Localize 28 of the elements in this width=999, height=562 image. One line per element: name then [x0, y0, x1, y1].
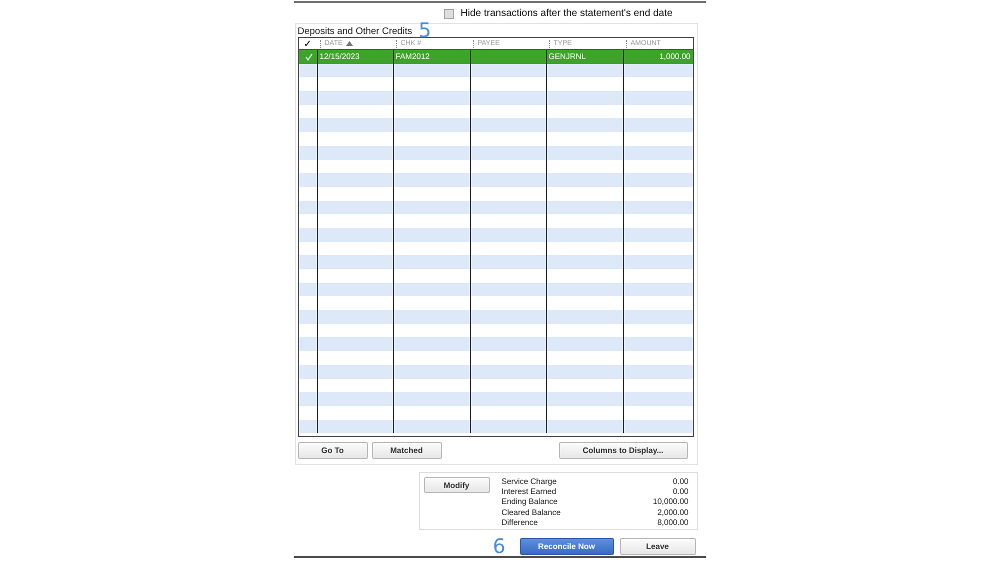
checkbox[interactable] [444, 8, 454, 18]
summary-label: Ending Balance [502, 497, 558, 508]
summary-label: Interest Earned [502, 487, 556, 498]
summary-value: 8,000.00 [657, 518, 688, 528]
step-number: 5 [418, 20, 432, 40]
go-to-button[interactable]: Go To [298, 442, 368, 459]
summary-value: 10,000.00 [652, 497, 688, 508]
summary-value: 0.00 [672, 477, 688, 488]
modify-button[interactable]: Modify [424, 477, 490, 493]
checkbox-label: Hide transactions after the statement's end date [460, 8, 673, 19]
column-header[interactable]: ✓ [300, 38, 312, 50]
sort-arrow-icon [346, 41, 353, 46]
summary-value: 2,000.00 [657, 508, 688, 518]
leave-button[interactable]: Leave [620, 538, 696, 554]
summary-value: 0.00 [672, 487, 688, 498]
summary-label: Cleared Balance [502, 508, 561, 518]
matched-button[interactable]: Matched [372, 442, 442, 459]
summary-label: Difference [502, 518, 538, 528]
reconcile-now-button[interactable]: Reconcile Now [520, 538, 614, 554]
table-cell: FAM2012 [396, 52, 430, 62]
summary-label: Service Charge [502, 477, 557, 488]
step-number: 6 [492, 536, 506, 556]
section-title: Deposits and Other Credits [298, 26, 412, 37]
table-row[interactable]: 12/15/2023 FAM2012 GENJRNL 1,000.00 [298, 50, 692, 64]
table-cell: GENJRNL [548, 52, 586, 62]
columns-to-display-button[interactable]: Columns to Display... [558, 442, 688, 459]
table-cell: 1,000.00 [659, 52, 690, 62]
table-cell: 12/15/2023 [320, 52, 360, 62]
